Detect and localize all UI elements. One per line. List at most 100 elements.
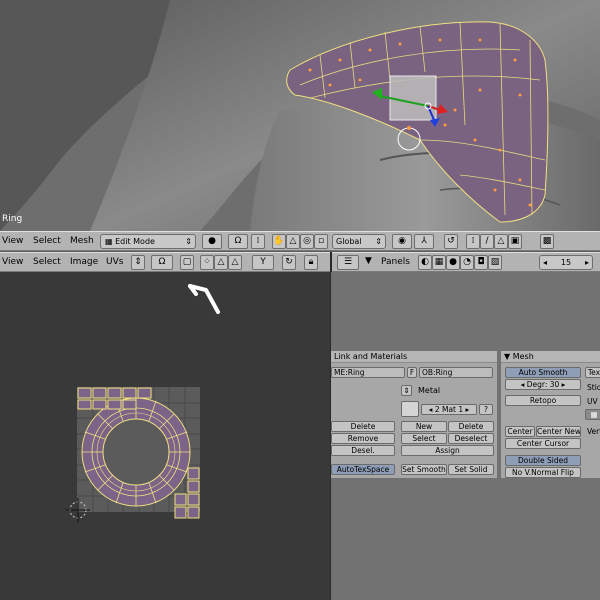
material-index: 2 Mat 1 (434, 405, 464, 414)
draw-type-icon[interactable]: ● (202, 234, 222, 249)
viewport-scene (0, 0, 600, 231)
render-icon[interactable]: ▩ (540, 234, 554, 249)
pivot-icon[interactable]: Y (252, 255, 274, 270)
snap-icon[interactable]: ↺ (444, 234, 458, 249)
buttons-window: Link and Materials ME:Ring F OB:Ring ⇕ M… (331, 272, 600, 600)
panels-label: Panels (381, 257, 410, 267)
collapse-arrow-icon: ▼ (504, 352, 513, 361)
decrement-icon[interactable]: ◂ (543, 256, 547, 269)
object-name-label: Ring (2, 214, 23, 224)
material-preview (401, 401, 419, 417)
vertex-select-icon[interactable]: ⁞ (466, 234, 480, 249)
square-icon[interactable]: ▫ (314, 234, 328, 249)
mesh-panel: Auto Smooth ◂ Degr: 30 ▸ Retopo Center C… (501, 363, 600, 478)
fake-user-button[interactable]: F (407, 367, 417, 378)
vgroup-remove-button[interactable]: Remove (331, 433, 395, 444)
triangle-icon[interactable]: △ (214, 255, 228, 270)
shading-icon[interactable]: ● (446, 255, 460, 270)
increment-icon[interactable]: ▸ (463, 405, 470, 414)
sticky-label: Stic (587, 383, 600, 392)
set-smooth-button[interactable]: Set Smooth (401, 464, 447, 475)
vgroup-deselect-button[interactable]: Desel. (331, 445, 395, 456)
circle-icon[interactable]: ◎ (300, 234, 314, 249)
pivot-icon[interactable]: ◉ (392, 234, 412, 249)
frame-field[interactable]: ◂ 15 ▸ (539, 255, 593, 270)
orientation-dropdown[interactable]: Global ⇕ (332, 234, 386, 249)
proportional-icon[interactable]: ⅄ (414, 234, 434, 249)
triangle-outline-icon[interactable]: △ (228, 255, 242, 270)
uv-layer-slot[interactable]: ▦ (585, 409, 600, 420)
hand-icon[interactable]: ✋ (272, 234, 286, 249)
frame-value: 15 (560, 258, 572, 267)
center-cursor-button[interactable]: Center Cursor (505, 438, 581, 449)
vgroup-delete-button[interactable]: Delete (331, 421, 395, 432)
triangle-icon[interactable]: △ (286, 234, 300, 249)
material-index-field[interactable]: ◂ 2 Mat 1 ▸ (421, 404, 477, 415)
collapse-arrow-icon[interactable]: ▼ (365, 256, 372, 266)
menu-view[interactable]: View (2, 236, 23, 246)
window-type-icon[interactable]: ☰ (337, 255, 359, 270)
set-solid-button[interactable]: Set Solid (448, 464, 494, 475)
uv-canvas (66, 284, 220, 522)
updown-icon[interactable]: ⇕ (131, 255, 145, 270)
annotation-arrow-icon (188, 284, 220, 314)
no-vnormal-flip-toggle[interactable]: No V.Normal Flip (505, 467, 581, 478)
material-name: Metal (418, 386, 441, 395)
mesh-panel-title[interactable]: ▼ Mesh (501, 351, 600, 363)
retopo-button[interactable]: Retopo (505, 395, 581, 406)
material-color-swatch[interactable]: ⇕ (401, 385, 412, 396)
occlude-icon[interactable]: ▣ (508, 234, 522, 249)
vertex-color-label: Vert (587, 427, 600, 436)
mode-label: Edit Mode (115, 237, 155, 246)
buttons-header: ☰ ▼ Panels ◐ ▦ ● ◔ ◘ ▧ ◂ 15 ▸ (331, 252, 600, 272)
edge-select-icon[interactable]: / (480, 234, 494, 249)
3d-viewport[interactable]: Ring (0, 0, 600, 231)
uv-menu-uvs[interactable]: UVs (106, 257, 123, 267)
menu-mesh[interactable]: Mesh (70, 236, 94, 246)
edit-mode-icon: ▦ (105, 237, 116, 246)
sync-icon[interactable]: ↻ (282, 255, 296, 270)
material-select-button[interactable]: Select (401, 433, 447, 444)
mode-dropdown[interactable]: ▦ Edit Mode ⇕ (100, 234, 196, 249)
uv-editor[interactable] (0, 272, 330, 600)
auto-smooth-toggle[interactable]: Auto Smooth (505, 367, 581, 378)
lock-icon[interactable]: 🔒︎ (304, 255, 318, 270)
tex-mesh-button[interactable]: Tex (585, 367, 600, 378)
dropdown-arrow-icon: ⇕ (375, 237, 382, 246)
object-name-field[interactable]: OB:Ring (419, 367, 493, 378)
face-select-icon[interactable]: △ (494, 234, 508, 249)
orientation-label: Global (336, 237, 362, 246)
uv-menu-select[interactable]: Select (33, 257, 61, 267)
link-materials-panel: ME:Ring F OB:Ring ⇕ Metal ◂ 2 Mat 1 ▸ ? … (331, 363, 497, 478)
uv-menu-view[interactable]: View (2, 257, 23, 267)
degree-field[interactable]: ◂ Degr: 30 ▸ (505, 379, 581, 390)
material-delete-button[interactable]: Delete (448, 421, 494, 432)
magnet-icon[interactable]: Ω (151, 255, 173, 270)
dots-icon[interactable]: ⁘ (200, 255, 214, 270)
layer-dots-icon[interactable]: ⁞ (251, 234, 265, 249)
uv-menu-image[interactable]: Image (70, 257, 98, 267)
help-button[interactable]: ? (479, 404, 493, 415)
square-icon[interactable]: ▢ (180, 255, 194, 270)
object-icon[interactable]: ◔ (460, 255, 474, 270)
menu-select[interactable]: Select (33, 236, 61, 246)
increment-icon[interactable]: ▸ (585, 256, 589, 269)
uv-editor-header: View Select Image UVs ⇕ Ω ▢ ⁘ △ △ Y ↻ 🔒︎ (0, 252, 330, 272)
dropdown-arrow-icon: ⇕ (185, 237, 192, 246)
editing-icon[interactable]: ◘ (474, 255, 488, 270)
script-icon[interactable]: ▦ (432, 255, 446, 270)
scene-icon[interactable]: ▧ (488, 255, 502, 270)
material-assign-button[interactable]: Assign (401, 445, 494, 456)
center-button[interactable]: Center (505, 426, 535, 437)
increment-icon[interactable]: ▸ (559, 380, 566, 389)
center-new-button[interactable]: Center New (536, 426, 581, 437)
logic-icon[interactable]: ◐ (418, 255, 432, 270)
degree-value: Degr: 30 (526, 380, 560, 389)
autotexspace-toggle[interactable]: AutoTexSpace (331, 464, 395, 475)
link-materials-title[interactable]: Link and Materials (331, 351, 497, 363)
mesh-name-field[interactable]: ME:Ring (331, 367, 405, 378)
material-deselect-button[interactable]: Deselect (448, 433, 494, 444)
shading-icon[interactable]: Ω (228, 234, 248, 249)
material-new-button[interactable]: New (401, 421, 447, 432)
double-sided-toggle[interactable]: Double Sided (505, 455, 581, 466)
